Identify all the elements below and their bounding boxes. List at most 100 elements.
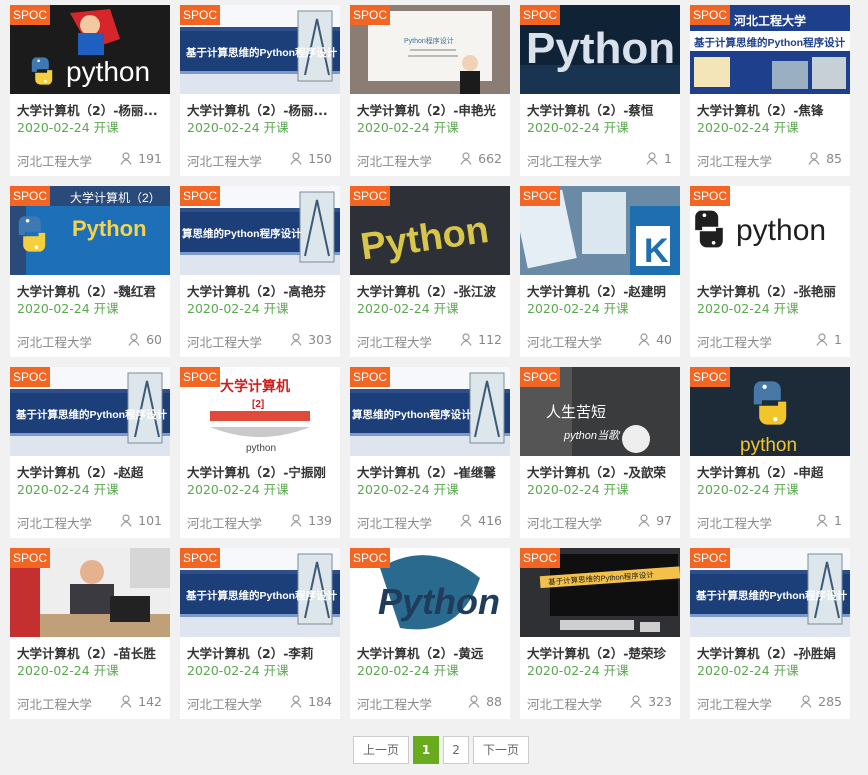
thumb-text: [2] — [252, 399, 264, 410]
course-card[interactable]: 人生苦短 python当歌 SPOC 大学计算机（2）-及歆荣 2020-02-… — [520, 367, 680, 538]
course-thumbnail[interactable]: 算思维的Python程序设计 SPOC — [180, 186, 340, 275]
spoc-badge: SPOC — [180, 367, 221, 387]
thumb-text: 基于计算思维的Python程序设计 — [185, 46, 338, 59]
spoc-badge: SPOC — [690, 5, 731, 25]
course-start-date: 2020-02-24 开课 — [17, 663, 119, 678]
course-thumbnail[interactable]: python SPOC — [690, 367, 850, 456]
user-icon — [646, 152, 658, 165]
course-thumbnail[interactable]: 算思维的Python程序设计 SPOC — [350, 367, 510, 456]
spoc-badge: SPOC — [180, 186, 221, 206]
course-card[interactable]: 基于计算思维的Python程序设计 SPOC 大学计算机（2）-赵超 2020-… — [10, 367, 170, 538]
course-thumbnail[interactable]: SPOC — [10, 548, 170, 637]
course-card[interactable]: SPOC 大学计算机（2）-苗长胜 2020-02-24 开课 河北工程大学 1… — [10, 548, 170, 719]
course-card[interactable]: 基于计算思维的Python程序设计 SPOC 大学计算机（2）-孙胜娟 2020… — [690, 548, 850, 719]
enrollment-count: 303 — [290, 332, 332, 347]
user-icon — [816, 514, 828, 527]
course-thumbnail[interactable]: Python SPOC — [350, 186, 510, 275]
course-thumbnail[interactable]: 大学计算机 [2] python SPOC — [180, 367, 340, 456]
thumb-text: Python — [72, 216, 147, 241]
course-thumbnail[interactable]: python SPOC — [690, 186, 850, 275]
spoc-badge: SPOC — [520, 186, 561, 206]
course-card[interactable]: 基于计算思维的Python程序设计 SPOC 大学计算机（2）-李莉 2020-… — [180, 548, 340, 719]
course-school: 河北工程大学 — [527, 697, 603, 712]
course-thumbnail[interactable]: 河北工程大学 基于计算思维的Python程序设计 SPOC — [690, 5, 850, 94]
course-card[interactable]: 大学计算机（2） Python SPOC 大学计算机（2）-魏红君 2020-0… — [10, 186, 170, 357]
course-thumbnail[interactable]: python SPOC — [10, 5, 170, 94]
course-start-date: 2020-02-24 开课 — [187, 663, 289, 678]
thumb-text: Python — [526, 24, 675, 73]
course-school: 河北工程大学 — [187, 335, 263, 350]
course-school: 河北工程大学 — [187, 154, 263, 169]
course-card[interactable]: 算思维的Python程序设计 SPOC 大学计算机（2）-高艳芬 2020-02… — [180, 186, 340, 357]
thumb-text: 大学计算机 — [220, 378, 290, 394]
course-school: 河北工程大学 — [357, 335, 433, 350]
course-thumbnail[interactable]: 大学计算机（2） Python SPOC — [10, 186, 170, 275]
course-school: 河北工程大学 — [697, 516, 773, 531]
course-card[interactable]: python SPOC 大学计算机（2）-张艳丽 2020-02-24 开课 河… — [690, 186, 850, 357]
user-icon — [468, 695, 480, 708]
course-start-date: 2020-02-24 开课 — [187, 482, 289, 497]
enrollment-count-value: 416 — [478, 513, 502, 528]
spoc-badge: SPOC — [520, 548, 561, 568]
course-school: 河北工程大学 — [697, 697, 773, 712]
enrollment-count: 1 — [816, 332, 842, 347]
next-page-button[interactable]: 下一页 — [473, 736, 530, 764]
prev-page-button[interactable]: 上一页 — [353, 736, 410, 764]
spoc-badge: SPOC — [180, 548, 221, 568]
course-thumbnail[interactable]: 人生苦短 python当歌 SPOC — [520, 367, 680, 456]
user-icon — [808, 152, 820, 165]
course-school: 河北工程大学 — [357, 154, 433, 169]
course-school: 河北工程大学 — [357, 516, 433, 531]
course-thumbnail[interactable]: 基于计算思维的Python程序设计 SPOC — [180, 548, 340, 637]
enrollment-count: 662 — [460, 151, 502, 166]
course-card[interactable]: K SPOC 大学计算机（2）-赵建明 2020-02-24 开课 河北工程大学… — [520, 186, 680, 357]
course-start-date: 2020-02-24 开课 — [527, 301, 629, 316]
course-school: 河北工程大学 — [17, 335, 93, 350]
course-card[interactable]: 基于计算思维的Python程序设计 SPOC 大学计算机（2）-杨丽... 20… — [180, 5, 340, 176]
enrollment-count: 416 — [460, 513, 502, 528]
spoc-badge: SPOC — [690, 186, 731, 206]
course-thumbnail[interactable]: Python程序设计 SPOC — [350, 5, 510, 94]
thumb-text: 人生苦短 — [546, 404, 606, 421]
course-thumbnail[interactable]: 基于计算思维的Python程序设计 SPOC — [690, 548, 850, 637]
course-card[interactable]: Python SPOC 大学计算机（2）-蔡恒 2020-02-24 开课 河北… — [520, 5, 680, 176]
course-thumbnail[interactable]: K SPOC — [520, 186, 680, 275]
spoc-badge: SPOC — [10, 548, 51, 568]
enrollment-count-value: 1 — [834, 332, 842, 347]
course-card[interactable]: 算思维的Python程序设计 SPOC 大学计算机（2）-崔继馨 2020-02… — [350, 367, 510, 538]
course-card[interactable]: 河北工程大学 基于计算思维的Python程序设计 SPOC 大学计算机（2）-焦… — [690, 5, 850, 176]
course-school: 河北工程大学 — [527, 516, 603, 531]
user-icon — [290, 514, 302, 527]
enrollment-count: 40 — [638, 332, 672, 347]
enrollment-count-value: 88 — [486, 694, 502, 709]
spoc-badge: SPOC — [350, 186, 391, 206]
course-start-date: 2020-02-24 开课 — [17, 482, 119, 497]
enrollment-count-value: 184 — [308, 694, 332, 709]
course-card[interactable]: 大学计算机 [2] python SPOC 大学计算机（2）-宁振刚 2020-… — [180, 367, 340, 538]
course-card[interactable]: python SPOC 大学计算机（2）-申超 2020-02-24 开课 河北… — [690, 367, 850, 538]
page-2-button[interactable]: 2 — [443, 736, 470, 764]
spoc-badge: SPOC — [690, 367, 731, 387]
course-card[interactable]: 基于计算思维的Python程序设计 SPOC 大学计算机（2）-楚荣珍 2020… — [520, 548, 680, 719]
course-start-date: 2020-02-24 开课 — [187, 301, 289, 316]
spoc-badge: SPOC — [180, 5, 221, 25]
course-card[interactable]: Python SPOC 大学计算机（2）-张江波 2020-02-24 开课 河… — [350, 186, 510, 357]
course-start-date: 2020-02-24 开课 — [17, 301, 119, 316]
spoc-badge: SPOC — [520, 5, 561, 25]
course-card[interactable]: python SPOC 大学计算机（2）-杨丽... 2020-02-24 开课… — [10, 5, 170, 176]
thumb-text: 基于计算思维的Python程序设计 — [15, 408, 168, 421]
enrollment-count: 60 — [128, 332, 162, 347]
course-thumbnail[interactable]: Python SPOC — [350, 548, 510, 637]
course-card[interactable]: Python SPOC 大学计算机（2）-黄远 2020-02-24 开课 河北… — [350, 548, 510, 719]
page-1-button[interactable]: 1 — [413, 736, 440, 764]
enrollment-count: 1 — [646, 151, 672, 166]
thumb-text: python — [246, 443, 276, 454]
course-thumbnail[interactable]: 基于计算思维的Python程序设计 SPOC — [10, 367, 170, 456]
enrollment-count-value: 60 — [146, 332, 162, 347]
enrollment-count: 323 — [630, 694, 672, 709]
course-thumbnail[interactable]: 基于计算思维的Python程序设计 SPOC — [180, 5, 340, 94]
course-card[interactable]: Python程序设计 SPOC 大学计算机（2）-申艳光 2020-02-24 … — [350, 5, 510, 176]
spoc-badge: SPOC — [10, 186, 51, 206]
course-thumbnail[interactable]: Python SPOC — [520, 5, 680, 94]
course-thumbnail[interactable]: 基于计算思维的Python程序设计 SPOC — [520, 548, 680, 637]
